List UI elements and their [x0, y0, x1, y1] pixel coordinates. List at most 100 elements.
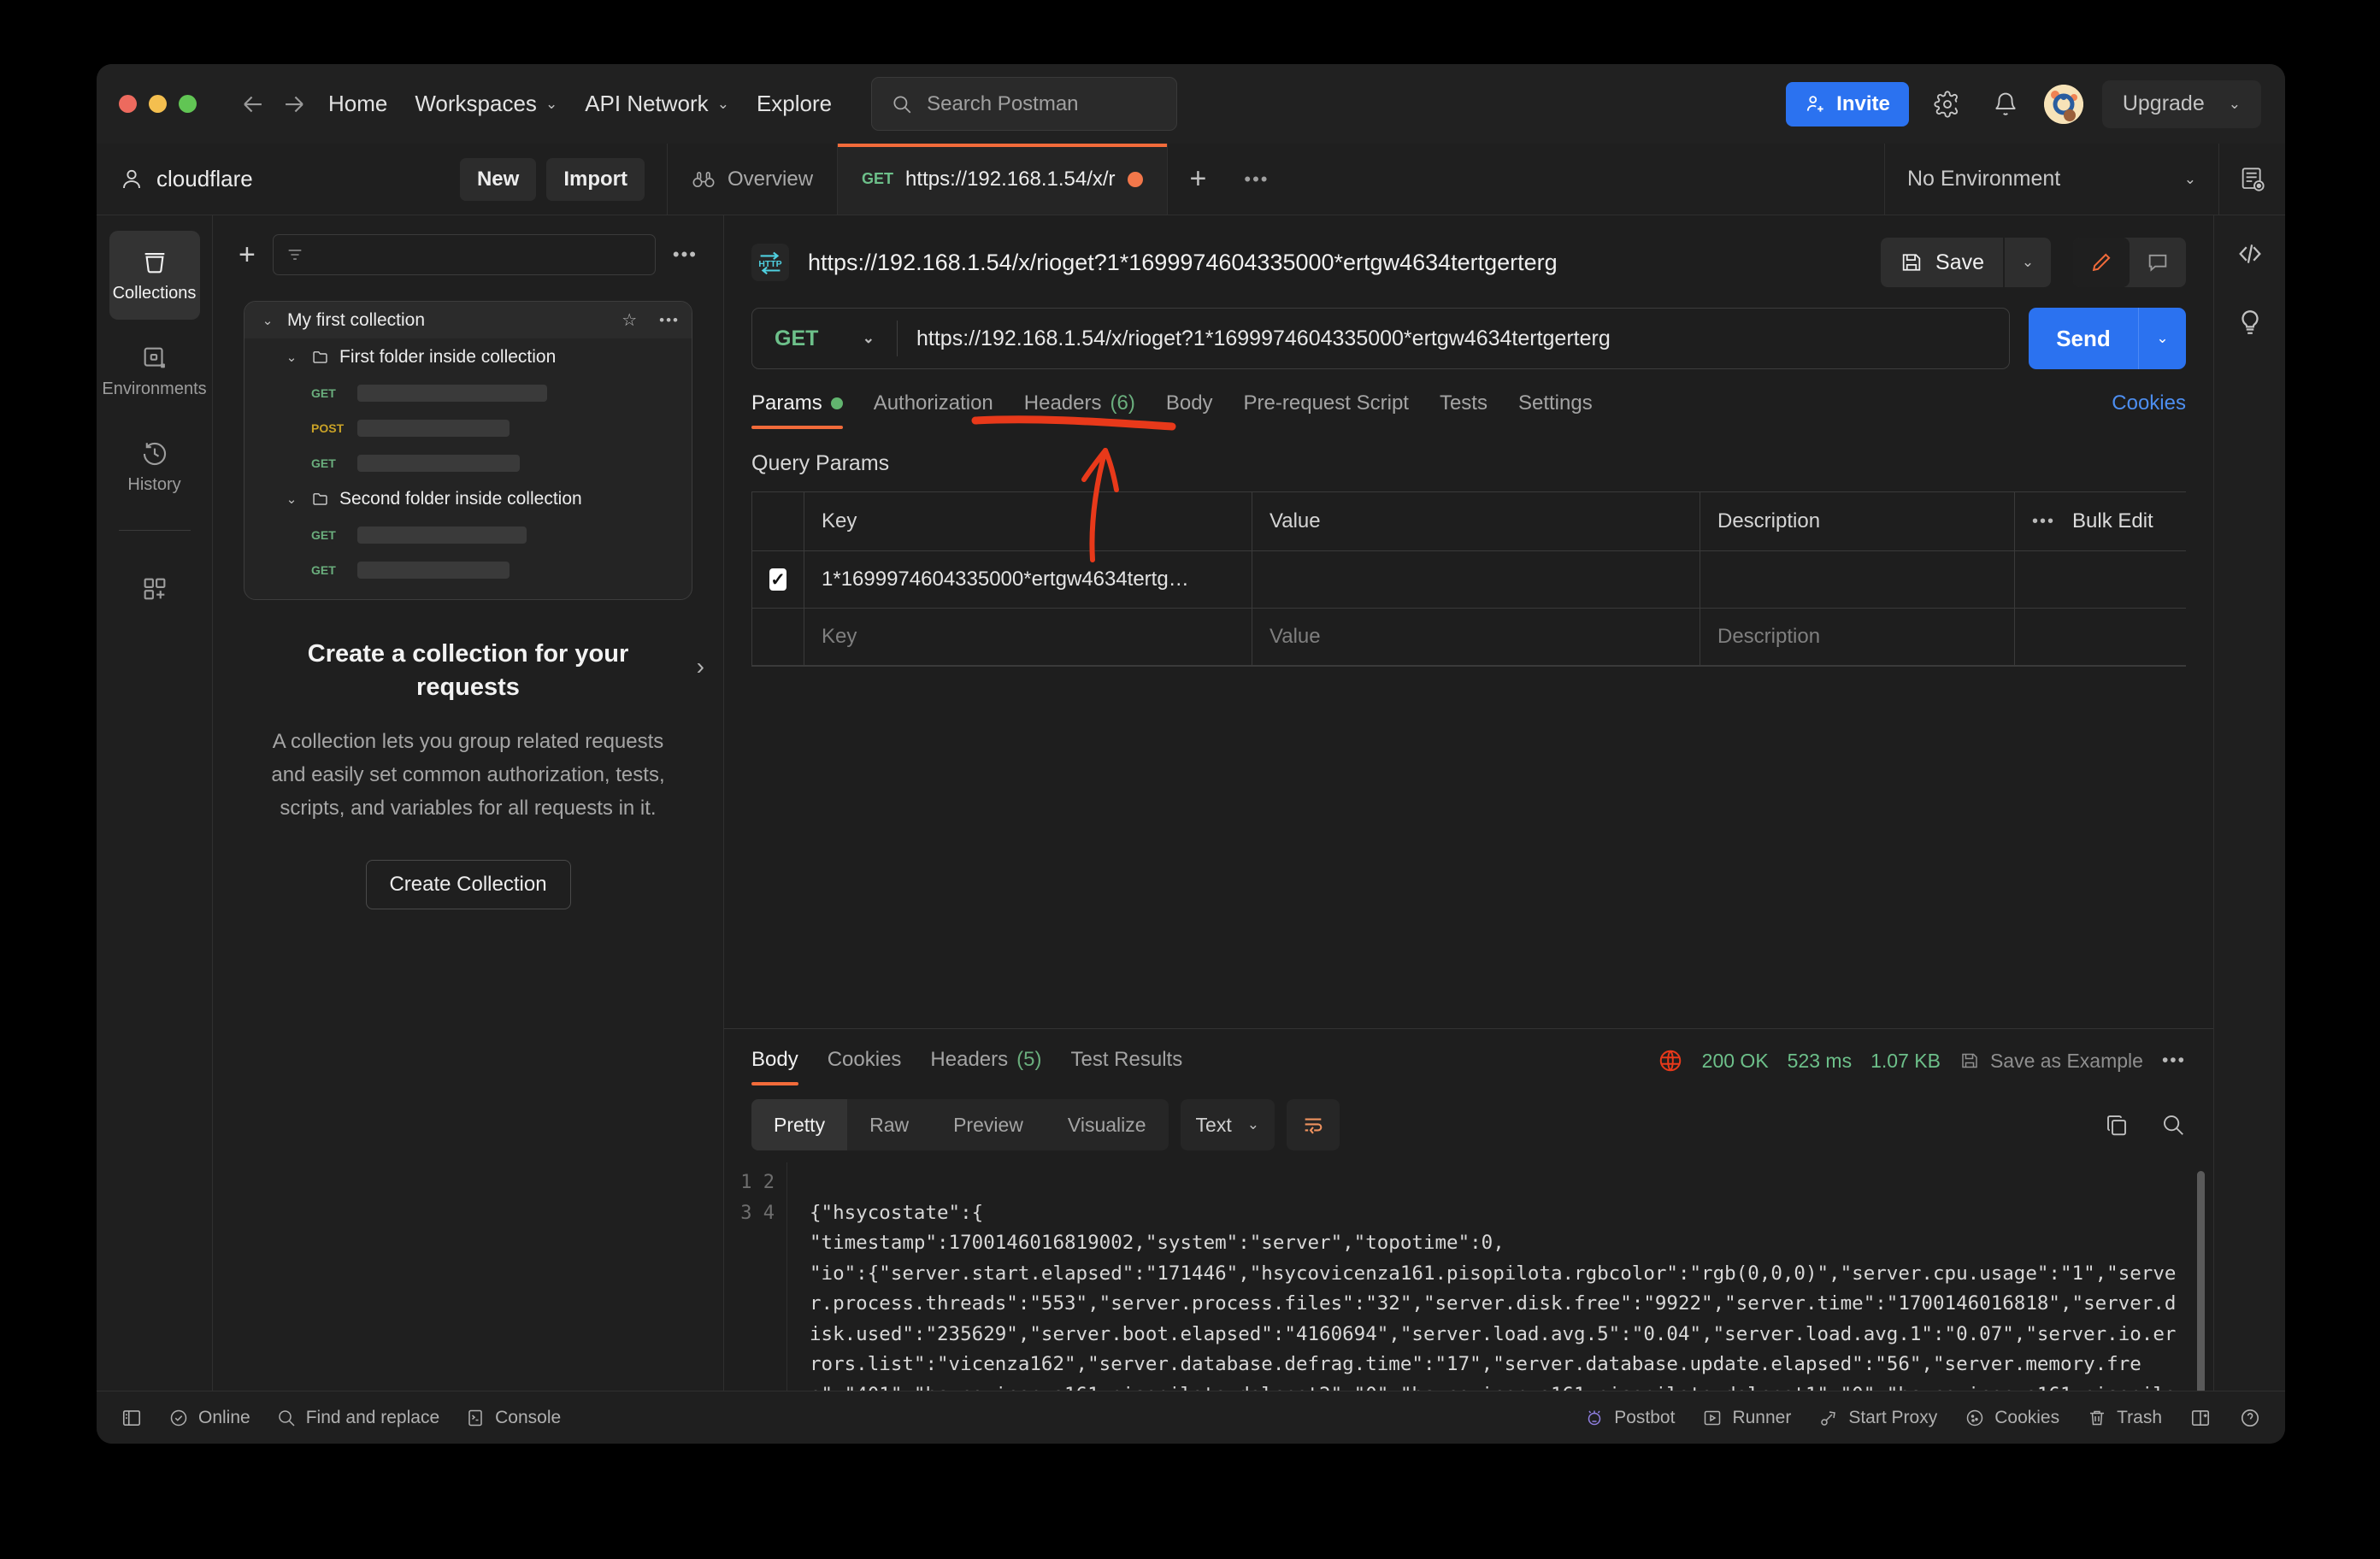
response-tab-test-results[interactable]: Test Results: [1070, 1048, 1182, 1085]
method-select[interactable]: GET ⌄: [752, 321, 898, 356]
maximize-window-button[interactable]: [179, 95, 197, 113]
sidebar-item-collections[interactable]: Collections: [109, 231, 200, 320]
content-type-select[interactable]: Text ⌄: [1180, 1099, 1275, 1150]
response-tab-headers[interactable]: Headers (5): [930, 1048, 1041, 1085]
nav-workspaces[interactable]: Workspaces ⌄: [401, 84, 571, 124]
format-pretty[interactable]: Pretty: [751, 1099, 848, 1150]
copy-icon[interactable]: [2104, 1112, 2130, 1138]
status-start-proxy[interactable]: Start Proxy: [1818, 1408, 1937, 1428]
gear-icon[interactable]: [1928, 85, 1967, 124]
lightbulb-icon[interactable]: [2236, 308, 2265, 337]
help-icon[interactable]: [2239, 1407, 2261, 1429]
workspace-header: cloudflare New Import: [97, 144, 668, 215]
response-body-code[interactable]: 1 2 3 4 {"hsycostate":{ "timestamp":1700…: [724, 1162, 2213, 1391]
nav-home[interactable]: Home: [315, 84, 401, 124]
tab-options-icon[interactable]: •••: [1228, 144, 1284, 215]
comment-mode-button[interactable]: [2130, 238, 2186, 287]
response-options-icon[interactable]: •••: [2162, 1050, 2186, 1071]
status-console[interactable]: Console: [465, 1408, 561, 1428]
tree-request-row[interactable]: GET: [244, 375, 692, 410]
format-raw[interactable]: Raw: [847, 1099, 931, 1150]
invite-button[interactable]: Invite: [1786, 81, 1909, 126]
minimize-window-button[interactable]: [149, 95, 167, 113]
sidebar-item-history[interactable]: History: [109, 422, 200, 511]
tree-request-row[interactable]: GET: [244, 552, 692, 587]
upgrade-button[interactable]: Upgrade ⌄: [2101, 79, 2261, 128]
row-checkbox[interactable]: ✓: [769, 568, 786, 591]
edit-mode-button[interactable]: [2073, 238, 2130, 287]
send-button[interactable]: Send: [2029, 308, 2138, 369]
tree-options-icon[interactable]: •••: [659, 312, 680, 329]
toggle-sidebar-icon[interactable]: [121, 1407, 143, 1429]
format-preview[interactable]: Preview: [931, 1099, 1046, 1150]
send-options-caret[interactable]: ⌄: [2138, 308, 2186, 369]
two-pane-layout-icon[interactable]: [2189, 1407, 2212, 1429]
url-box: GET ⌄ https://192.168.1.54/x/rioget?1*16…: [751, 308, 2010, 369]
nav-explore[interactable]: Explore: [743, 84, 845, 124]
params-options-icon[interactable]: •••: [2032, 512, 2055, 532]
row-description-placeholder[interactable]: Description: [1700, 609, 2015, 665]
tree-request-row[interactable]: GET: [244, 445, 692, 480]
tree-request-method: POST: [311, 421, 345, 435]
tab-settings[interactable]: Settings: [1518, 391, 1593, 429]
forward-arrow-icon[interactable]: [274, 84, 315, 125]
new-tab-button[interactable]: +: [1168, 144, 1229, 215]
status-find-and-replace[interactable]: Find and replace: [276, 1408, 439, 1428]
search-input[interactable]: Search Postman: [871, 77, 1178, 131]
avatar[interactable]: [2043, 84, 2083, 124]
wrap-lines-button[interactable]: [1286, 1099, 1340, 1150]
tree-folder-row[interactable]: ⌄ Second folder inside collection: [244, 480, 692, 517]
tab-body[interactable]: Body: [1166, 391, 1213, 429]
tree-request-row[interactable]: POST: [244, 410, 692, 445]
tree-request-row[interactable]: GET: [244, 517, 692, 552]
save-as-example-button[interactable]: Save as Example: [1959, 1050, 2143, 1073]
new-button[interactable]: New: [459, 157, 537, 201]
tab-request[interactable]: GET https://192.168.1.54/x/r: [838, 144, 1168, 215]
sidebar-item-environments[interactable]: Environments: [102, 327, 207, 415]
tab-tests[interactable]: Tests: [1440, 391, 1488, 429]
star-icon[interactable]: ☆: [622, 309, 637, 331]
collections-filter-input[interactable]: [272, 234, 656, 275]
next-illustration-chevron-icon[interactable]: ›: [697, 653, 704, 680]
tab-authorization[interactable]: Authorization: [874, 391, 993, 429]
status-runner[interactable]: Runner: [1702, 1408, 1791, 1428]
tree-collection-row[interactable]: ⌄ My first collection ☆ •••: [244, 302, 692, 338]
format-visualize[interactable]: Visualize: [1046, 1099, 1169, 1150]
response-scrollbar[interactable]: [2197, 1171, 2205, 1391]
back-arrow-icon[interactable]: [233, 84, 274, 125]
import-button[interactable]: Import: [546, 157, 645, 201]
tree-folder-row[interactable]: ⌄ First folder inside collection: [244, 338, 692, 375]
environment-select[interactable]: No Environment ⌄: [1885, 144, 2218, 215]
bell-icon[interactable]: [1986, 85, 2025, 124]
sidebar-item-add-apps[interactable]: [109, 544, 200, 633]
tab-pre-request-script[interactable]: Pre-request Script: [1244, 391, 1409, 429]
row-value[interactable]: [1252, 551, 1700, 608]
tab-overview[interactable]: Overview: [668, 144, 839, 215]
status-postbot[interactable]: Postbot: [1584, 1408, 1675, 1428]
row-value-placeholder[interactable]: Value: [1252, 609, 1700, 665]
status-online[interactable]: Online: [168, 1408, 250, 1428]
save-button[interactable]: Save: [1881, 238, 2003, 287]
add-collection-icon[interactable]: +: [239, 240, 256, 269]
row-key-placeholder[interactable]: Key: [804, 609, 1252, 665]
code-snippet-icon[interactable]: [2236, 239, 2265, 268]
save-options-caret[interactable]: ⌄: [2005, 238, 2051, 287]
response-tab-cookies[interactable]: Cookies: [828, 1048, 902, 1085]
row-description[interactable]: [1700, 551, 2015, 608]
status-trash[interactable]: Trash: [2087, 1408, 2162, 1428]
create-collection-button[interactable]: Create Collection: [365, 859, 571, 909]
request-title[interactable]: https://192.168.1.54/x/rioget?1*16999746…: [808, 250, 1558, 276]
search-icon[interactable]: [2160, 1112, 2186, 1138]
close-window-button[interactable]: [119, 95, 137, 113]
url-input[interactable]: https://192.168.1.54/x/rioget?1*16999746…: [898, 327, 1629, 351]
nav-api-network[interactable]: API Network ⌄: [571, 84, 743, 124]
tab-headers[interactable]: Headers (6): [1024, 391, 1135, 429]
environment-quick-look-icon[interactable]: [2218, 144, 2285, 215]
request-cookies-link[interactable]: Cookies: [2112, 391, 2186, 429]
response-tab-body[interactable]: Body: [751, 1048, 798, 1085]
bulk-edit-label[interactable]: Bulk Edit: [2072, 509, 2153, 533]
row-key[interactable]: 1*1699974604335000*ertgw4634tertg…: [804, 551, 1252, 608]
tab-params[interactable]: Params: [751, 391, 843, 429]
collections-options-icon[interactable]: •••: [673, 244, 698, 266]
status-cookies[interactable]: Cookies: [1965, 1408, 2059, 1428]
